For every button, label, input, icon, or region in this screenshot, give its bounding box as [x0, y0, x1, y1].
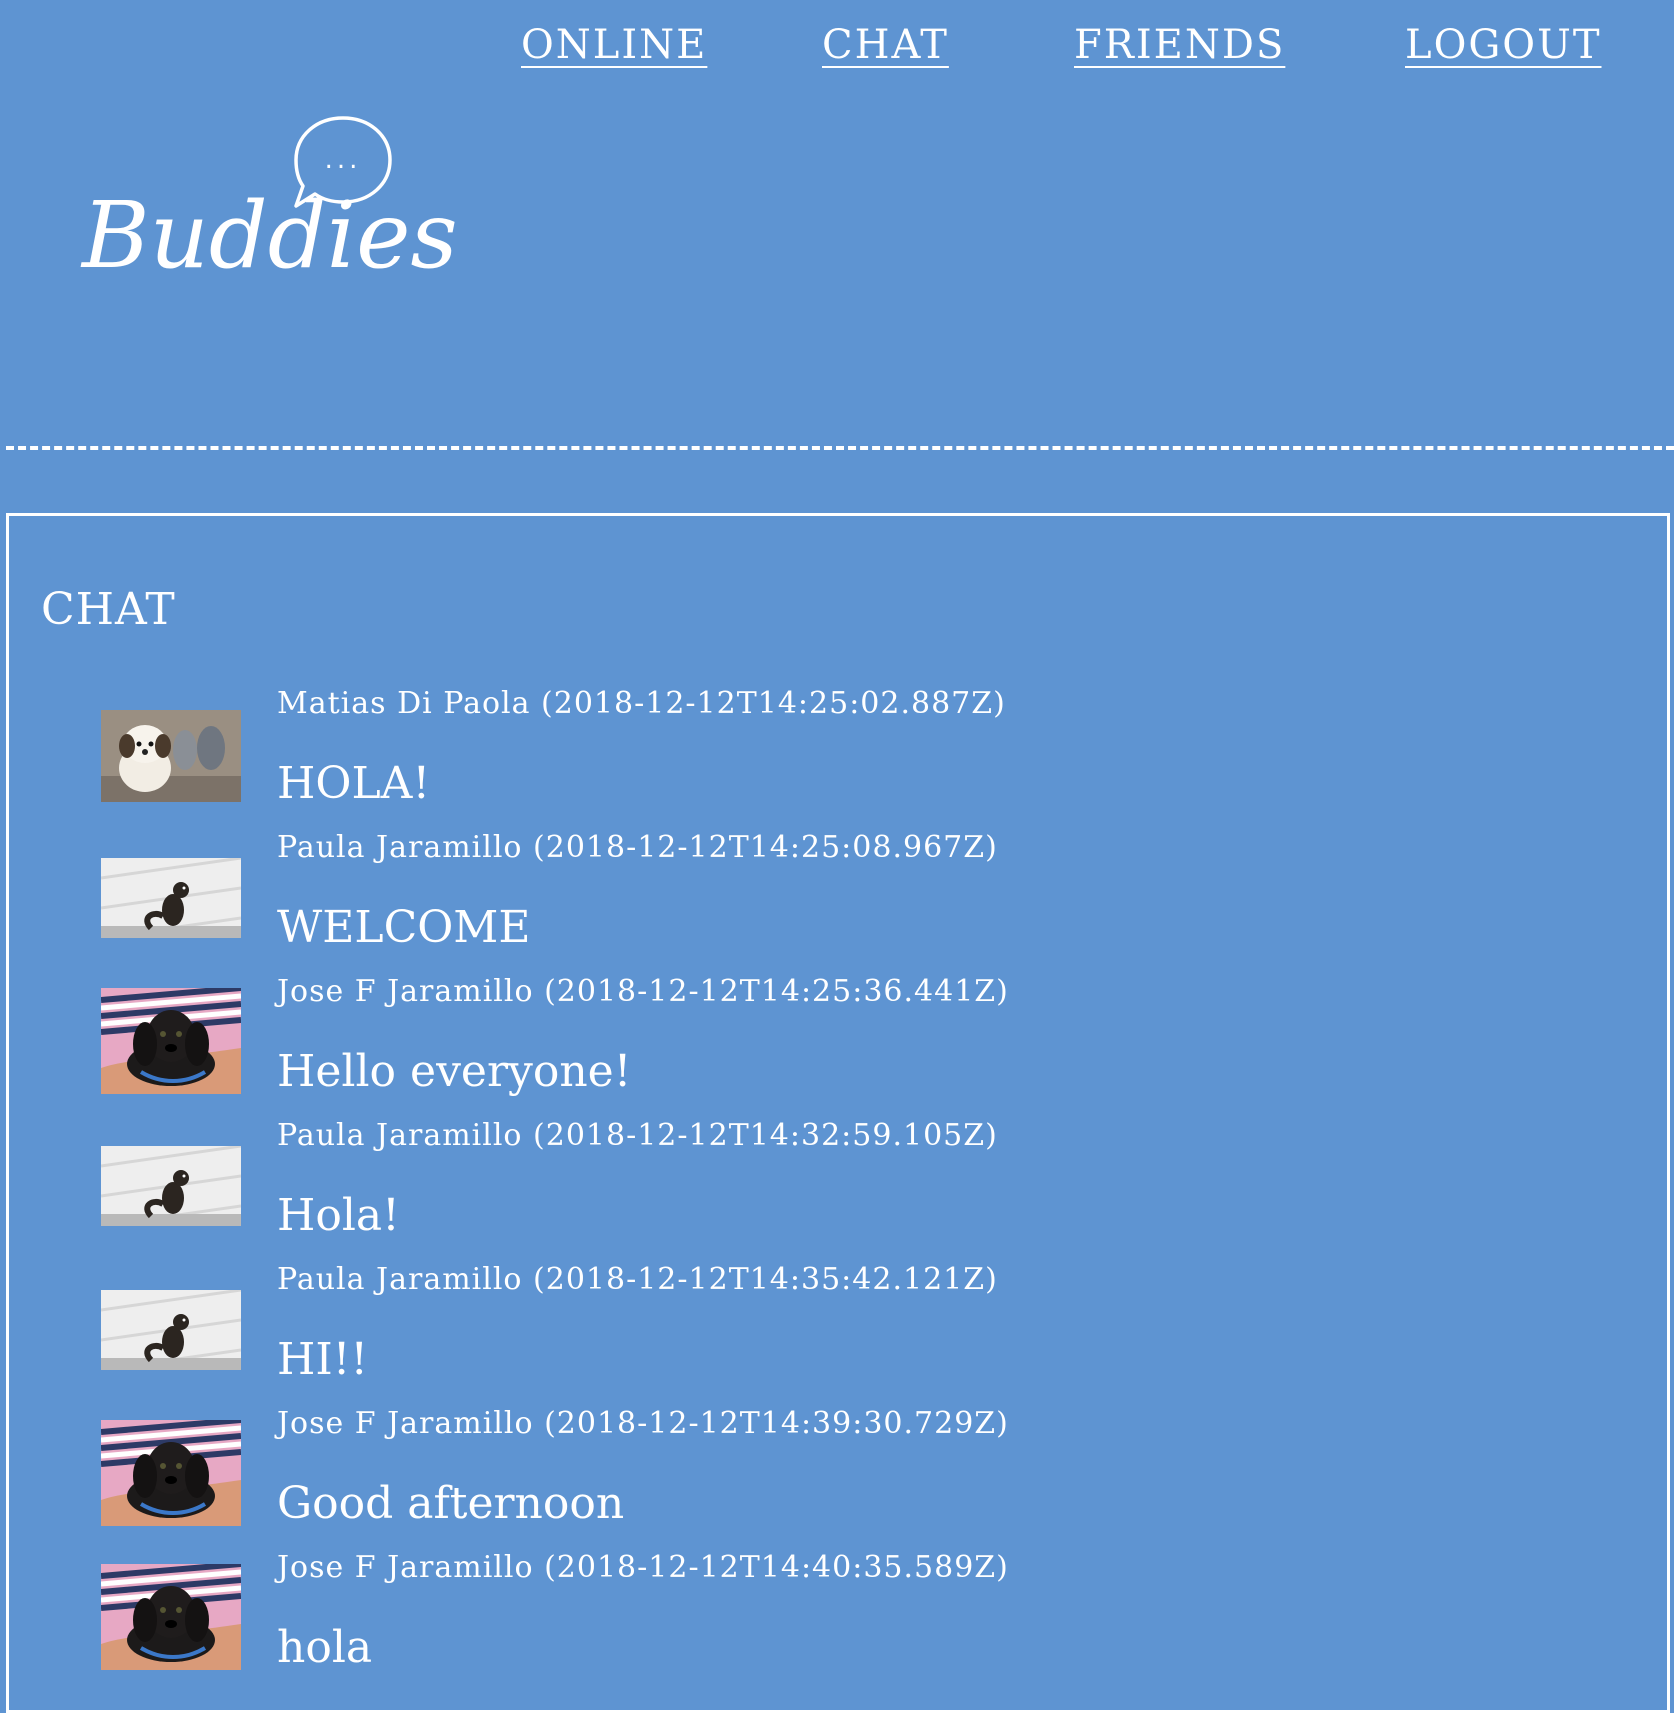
dachshund-avatar: [101, 1420, 241, 1526]
dachshund-icon: [101, 988, 241, 1094]
chat-message: Paula Jaramillo (2018-12-12T14:35:42.121…: [101, 1262, 1501, 1406]
message-meta: Jose F Jaramillo (2018-12-12T14:39:30.72…: [277, 1406, 1009, 1441]
squirrel-avatar: [101, 858, 241, 938]
message-meta: Paula Jaramillo (2018-12-12T14:25:08.967…: [277, 830, 998, 865]
nav-link-friends[interactable]: FRIENDS: [1074, 22, 1285, 68]
nav-link-logout[interactable]: LOGOUT: [1405, 22, 1602, 68]
header-divider: [6, 446, 1674, 450]
squirrel-icon: [101, 1290, 241, 1370]
message-text: Hello everyone!: [277, 1046, 632, 1097]
chat-message: Jose F Jaramillo (2018-12-12T14:40:35.58…: [101, 1550, 1501, 1694]
squirrel-avatar: [101, 1290, 241, 1370]
message-meta: Jose F Jaramillo (2018-12-12T14:40:35.58…: [277, 1550, 1009, 1585]
chat-message: Matias Di Paola (2018-12-12T14:25:02.887…: [101, 686, 1501, 830]
message-text: HOLA!: [277, 758, 431, 809]
message-text: Hola!: [277, 1190, 400, 1241]
dachshund-icon: [101, 1420, 241, 1526]
nav-link-chat[interactable]: CHAT: [822, 22, 949, 68]
message-meta: Paula Jaramillo (2018-12-12T14:32:59.105…: [277, 1118, 998, 1153]
dachshund-icon: [101, 1564, 241, 1670]
chat-message: Paula Jaramillo (2018-12-12T14:32:59.105…: [101, 1118, 1501, 1262]
chat-message: Paula Jaramillo (2018-12-12T14:25:08.967…: [101, 830, 1501, 974]
puppy-white-icon: [101, 710, 241, 802]
chat-message: Jose F Jaramillo (2018-12-12T14:25:36.44…: [101, 974, 1501, 1118]
puppy-white-avatar: [101, 710, 241, 802]
message-text: Good afternoon: [277, 1478, 625, 1529]
message-text: hola: [277, 1622, 373, 1673]
message-meta: Paula Jaramillo (2018-12-12T14:35:42.121…: [277, 1262, 998, 1297]
dachshund-avatar: [101, 988, 241, 1094]
message-text: WELCOME: [277, 902, 531, 953]
dachshund-avatar: [101, 1564, 241, 1670]
logo-name: Buddies: [82, 182, 458, 289]
squirrel-icon: [101, 1146, 241, 1226]
squirrel-icon: [101, 858, 241, 938]
message-list: Matias Di Paola (2018-12-12T14:25:02.887…: [9, 516, 1667, 1710]
squirrel-avatar: [101, 1146, 241, 1226]
logo-bubble-dots: ...: [325, 145, 362, 175]
chat-panel: CHAT Matias Di Paola (2018-12-12T14:25:0…: [6, 513, 1670, 1713]
nav-link-online[interactable]: ONLINE: [521, 22, 707, 68]
top-nav: ONLINE CHAT FRIENDS LOGOUT: [0, 22, 1674, 82]
message-meta: Matias Di Paola (2018-12-12T14:25:02.887…: [277, 686, 1006, 721]
chat-message: Jose F Jaramillo (2018-12-12T14:39:30.72…: [101, 1406, 1501, 1550]
message-text: HI!!: [277, 1334, 369, 1385]
message-meta: Jose F Jaramillo (2018-12-12T14:25:36.44…: [277, 974, 1009, 1009]
buddies-logo: ... Buddies: [82, 110, 458, 300]
